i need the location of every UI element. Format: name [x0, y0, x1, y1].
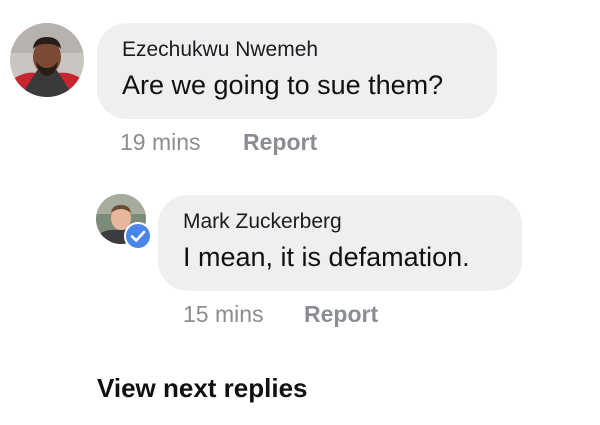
comment-text: Are we going to sue them? [122, 70, 444, 100]
comment-timestamp: 19 mins [120, 129, 201, 155]
reply-bubble[interactable]: Mark Zuckerberg I mean, it is defamation… [158, 195, 522, 291]
avatar-photo [10, 23, 84, 97]
comment-meta: 19 mins Report [120, 127, 317, 157]
verified-check-icon [124, 222, 152, 250]
comment-text: I mean, it is defamation. [183, 242, 470, 272]
view-next-replies-link[interactable]: View next replies [97, 371, 308, 405]
avatar[interactable] [10, 23, 84, 97]
comment-timestamp: 15 mins [183, 301, 264, 327]
comment-meta: 15 mins Report [183, 299, 378, 329]
comment-bubble[interactable]: Ezechukwu Nwemeh Are we going to sue the… [97, 23, 497, 119]
comment-thread: Ezechukwu Nwemeh Are we going to sue the… [0, 0, 600, 425]
comment-author[interactable]: Ezechukwu Nwemeh [122, 36, 497, 64]
report-button[interactable]: Report [304, 299, 378, 329]
report-button[interactable]: Report [243, 127, 317, 157]
comment-author[interactable]: Mark Zuckerberg [183, 208, 522, 236]
